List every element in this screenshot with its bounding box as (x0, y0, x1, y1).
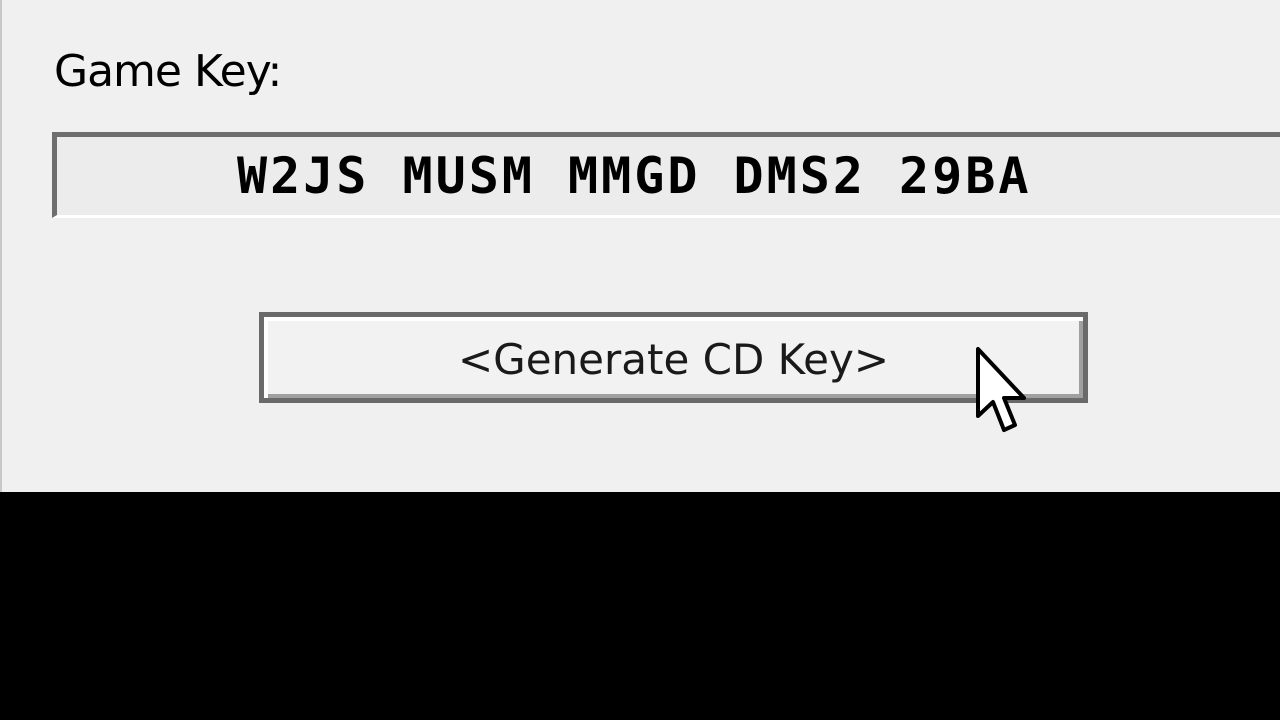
generate-cd-key-button[interactable]: <Generate CD Key> (259, 312, 1088, 403)
generate-cd-key-button-label: <Generate CD Key> (457, 335, 890, 384)
game-key-value: W2JS MUSM MMGD DMS2 29BA (237, 147, 1032, 205)
game-key-label: Game Key: (54, 46, 282, 97)
game-key-field[interactable]: W2JS MUSM MMGD DMS2 29BA (52, 132, 1280, 218)
black-background (0, 492, 1280, 720)
key-generator-dialog: Game Key: W2JS MUSM MMGD DMS2 29BA <Gene… (0, 0, 1280, 492)
mouse-pointer-icon (975, 346, 1041, 438)
